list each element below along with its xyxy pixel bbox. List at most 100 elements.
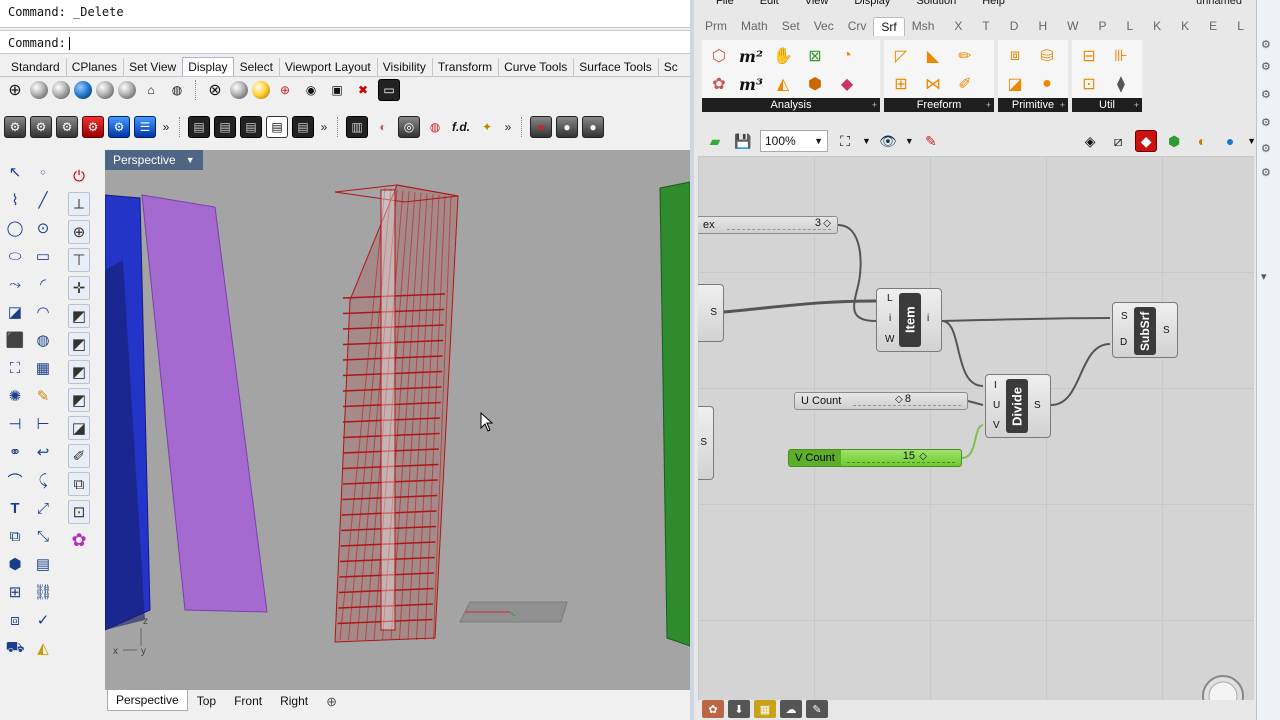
viewport-menu-arrow-icon[interactable]: ▼	[186, 155, 195, 165]
environment-map-icon[interactable]: ◍	[424, 116, 446, 138]
divide-domain-component[interactable]: I U V Divide S	[985, 374, 1051, 438]
dock-gear-e-icon[interactable]: ⚙	[1261, 142, 1275, 156]
light-icon[interactable]: ✦	[476, 116, 498, 138]
curve-from-object-icon[interactable]: ⤳	[4, 272, 26, 296]
divide-input-i[interactable]: I	[994, 380, 997, 391]
rail-revolution-icon[interactable]: ✐	[952, 71, 978, 97]
scale-icon[interactable]: ⤡	[32, 524, 54, 548]
polyline-icon[interactable]: ⌇	[4, 188, 26, 212]
network-surface-icon[interactable]: ⊞	[888, 71, 914, 97]
index-slider[interactable]: ex 3 ◇	[698, 216, 838, 234]
menu-edit[interactable]: Edit	[760, 0, 779, 12]
text-icon[interactable]: T	[4, 496, 26, 520]
box-view-d-icon[interactable]: ◩	[68, 388, 90, 412]
camera-b-icon[interactable]: ●	[556, 116, 578, 138]
shade-sphere-icon[interactable]	[230, 81, 248, 99]
viewport-tab-perspective[interactable]: Perspective	[107, 690, 188, 711]
dock-gear-b-icon[interactable]: ⚙	[1261, 60, 1275, 74]
gh-tab-vec[interactable]: Vec	[807, 17, 841, 35]
zoom-window-icon[interactable]: ⊡	[68, 500, 90, 524]
dock-gear-f-icon[interactable]: ⚙	[1261, 166, 1275, 180]
viewport-tab-top[interactable]: Top	[188, 690, 225, 712]
preview-wire-icon[interactable]: ⧄	[1107, 130, 1129, 152]
box-icon[interactable]: ⬛	[4, 328, 26, 352]
v-count-slider[interactable]: V Count 15 ◇	[788, 449, 962, 467]
render-material-icon[interactable]: ⚙	[82, 116, 104, 138]
paint-brush-icon[interactable]: ✐	[68, 444, 90, 468]
menu-view[interactable]: View	[805, 0, 829, 12]
xray-sphere-icon[interactable]	[118, 81, 136, 99]
sphere-icon[interactable]: ◍	[32, 328, 54, 352]
panel-d-icon[interactable]: ▤	[266, 116, 288, 138]
explode-icon[interactable]: ⤢	[32, 496, 54, 520]
render-car-icon[interactable]: ⛟	[4, 636, 26, 660]
tab-display[interactable]: Display	[182, 57, 234, 76]
tab-surface-tools[interactable]: Surface Tools	[573, 58, 657, 76]
chevron-down-icon[interactable]: ▼	[905, 136, 914, 146]
more-tools-icon[interactable]: »	[318, 120, 330, 134]
light-sphere-icon[interactable]	[252, 81, 270, 99]
box-view-icon[interactable]: ◩	[68, 304, 90, 328]
gh-tab-crv[interactable]: Crv	[841, 17, 874, 35]
bake-icon[interactable]: ⬢	[1163, 130, 1185, 152]
gh-tab-math[interactable]: Math	[734, 17, 775, 35]
item-input-l[interactable]: L	[887, 293, 893, 304]
tab-standard[interactable]: Standard	[6, 58, 65, 76]
circle-icon[interactable]: ◯	[4, 216, 26, 240]
light-bulb-icon[interactable]: ◭	[32, 636, 54, 660]
more-tools-icon[interactable]: »	[502, 120, 514, 134]
viewport-title-tab[interactable]: Perspective ▼	[105, 150, 203, 170]
perspective-viewport[interactable]: z x y Perspective ▼	[105, 150, 690, 690]
mesh-sphere-icon[interactable]: ⊗	[204, 79, 226, 101]
circle-center-icon[interactable]: ⊙	[32, 216, 54, 240]
gh-status-mesh-icon[interactable]: ▦	[754, 700, 776, 718]
loft-icon[interactable]: ◠	[32, 300, 54, 324]
move-icon[interactable]: ✎	[32, 384, 54, 408]
zoom-extents-icon[interactable]: ⛶	[834, 130, 856, 152]
artistic-sphere-icon[interactable]	[74, 81, 92, 99]
isotrim-icon[interactable]: ⊪	[1108, 43, 1134, 69]
rectangle-icon[interactable]: ▭	[32, 244, 54, 268]
texture-icon[interactable]: ◎	[398, 116, 420, 138]
split-icon[interactable]: ⤹	[32, 468, 54, 492]
dock-gear-c-icon[interactable]: ⚙	[1261, 88, 1275, 102]
panel-a-icon[interactable]: ▤	[188, 116, 210, 138]
divide-input-v[interactable]: V	[993, 420, 1000, 431]
evaluate-surface-icon[interactable]: ◭	[770, 71, 796, 97]
surface-points-icon[interactable]: ◆	[834, 71, 860, 97]
close-display-icon[interactable]: ✖	[352, 79, 374, 101]
lights-icon[interactable]: ✺	[4, 384, 26, 408]
item-output-i[interactable]: i	[927, 313, 929, 324]
sub-surface-component[interactable]: S D SubSrf S	[1112, 302, 1178, 358]
point-icon[interactable]: ○	[32, 160, 54, 184]
wireframe-sphere-icon[interactable]: ⊕	[4, 79, 26, 101]
array-grid-icon[interactable]: ⊞	[4, 580, 26, 604]
plane-surface-icon[interactable]: ◪	[1002, 71, 1028, 97]
menu-display[interactable]: Display	[854, 0, 890, 12]
perspective-box-icon[interactable]: ◪	[68, 416, 90, 440]
mesh-plane-icon[interactable]: ▦	[32, 356, 54, 380]
camera-c-icon[interactable]: ●	[582, 116, 604, 138]
solid-tools-icon[interactable]: ⬢	[4, 552, 26, 576]
gh-tab-h[interactable]: H	[1031, 17, 1054, 35]
slider-grip-icon[interactable]: ◇	[919, 451, 927, 462]
fillet-icon[interactable]: ⌒	[4, 468, 26, 492]
slider-track[interactable]	[846, 453, 955, 463]
box-view-c-icon[interactable]: ◩	[68, 360, 90, 384]
cylinder-icon[interactable]: ⛁	[1034, 43, 1060, 69]
volume-icon[interactable]: m³	[738, 71, 764, 97]
trim-icon[interactable]: ⊢	[32, 412, 54, 436]
layer-state-icon[interactable]: ⧉	[68, 472, 90, 496]
preview-shaded-icon[interactable]: ◈	[1079, 130, 1101, 152]
open-file-icon[interactable]: ▰	[704, 130, 726, 152]
list-item-component[interactable]: L i W Item i	[876, 288, 942, 352]
add-viewport-tab-icon[interactable]: ⊕	[317, 690, 346, 714]
slider-grip-icon[interactable]: ◇	[823, 218, 831, 229]
custom-preview-icon[interactable]: ◐	[1191, 130, 1213, 152]
chevron-down-icon[interactable]: ▼	[1247, 136, 1256, 146]
viewport-tab-right[interactable]: Right	[271, 690, 317, 712]
dimension-icon[interactable]: ⊣	[4, 412, 26, 436]
subsrf-input-d[interactable]: D	[1120, 337, 1127, 348]
crosshair-icon[interactable]: ⊕	[274, 79, 296, 101]
box-view-b-icon[interactable]: ◩	[68, 332, 90, 356]
